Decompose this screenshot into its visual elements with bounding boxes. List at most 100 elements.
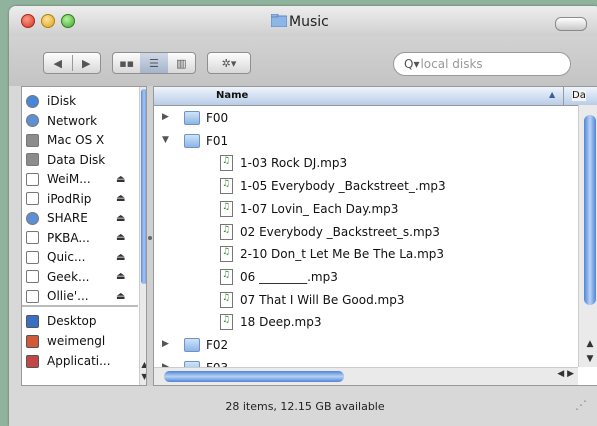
applications-icon	[26, 354, 39, 368]
sidebar-item-label: Applicati...	[47, 354, 111, 368]
back-forward-buttons: ◀ ▶	[43, 52, 101, 74]
action-menu-button[interactable]: ✲▾	[207, 52, 251, 74]
status-text: 28 items, 12.15 GB available	[225, 400, 385, 413]
sidebar-item-label: WeiM...	[47, 172, 91, 186]
file-row[interactable]: 07 That I Will Be Good.mp3	[154, 290, 578, 312]
column-view-icon[interactable]: ▥	[168, 53, 195, 73]
column-header: Name ▲ Da	[154, 87, 597, 106]
vertical-scroll-thumb[interactable]	[584, 115, 596, 305]
sidebar-scroll-arrows[interactable]: ▲ ▼	[140, 359, 146, 385]
hard-disk-icon	[26, 153, 39, 166]
sidebar: iDisk Network Mac OS X Data Disk WeiM... ⏏ iPo…	[21, 86, 147, 386]
folder-name: F01	[206, 133, 229, 148]
sidebar-item[interactable]: iDisk	[22, 91, 146, 111]
sidebar-item[interactable]: weimengl	[22, 331, 146, 351]
eject-icon[interactable]: ⏏	[116, 252, 125, 263]
eject-icon[interactable]: ⏏	[116, 174, 125, 185]
search-field[interactable]: Q▾ local disks	[393, 52, 571, 76]
idisk-icon	[26, 94, 39, 108]
file-list: Name ▲ Da ▶ F00 ▼ F01 1-03 Rock DJ.mp3 1-05 E…	[153, 86, 597, 386]
sidebar-item-label: SHARE	[47, 211, 88, 225]
sidebar-item[interactable]: Ollie'... ⏏	[22, 286, 146, 306]
document-icon	[26, 289, 39, 303]
column-date[interactable]: Da	[572, 90, 586, 101]
sidebar-item[interactable]: Quic... ⏏	[22, 247, 146, 267]
horizontal-scrollbar[interactable]: ◀ ▶	[154, 367, 578, 385]
sidebar-item-label: Network	[47, 113, 98, 128]
folder-icon	[184, 338, 200, 352]
minimize-button[interactable]	[41, 14, 55, 28]
mp3-file-icon	[220, 200, 233, 217]
sidebar-item[interactable]: Mac OS X	[22, 130, 146, 150]
horizontal-scroll-arrows[interactable]: ◀ ▶	[538, 369, 578, 379]
disclosure-collapsed-icon[interactable]: ▶	[162, 339, 169, 349]
status-bar: 28 items, 12.15 GB available ⋰	[9, 392, 597, 416]
home-icon	[26, 334, 39, 348]
folder-row[interactable]: ▼ F01	[154, 131, 578, 153]
mp3-file-icon	[220, 291, 233, 308]
mp3-file-icon	[220, 178, 233, 195]
document-icon	[26, 231, 39, 244]
toolbar-toggle-button[interactable]	[555, 17, 587, 31]
folder-row[interactable]: ▶ F00	[154, 108, 578, 130]
search-placeholder: local disks	[420, 57, 483, 71]
sidebar-item[interactable]: SHARE ⏏	[22, 208, 146, 228]
document-icon	[26, 270, 39, 283]
network-share-icon	[26, 211, 39, 225]
forward-arrow-icon[interactable]: ▶	[73, 57, 101, 70]
mp3-file-icon	[220, 155, 233, 172]
sidebar-item-label: Geek...	[47, 269, 90, 284]
splitter-handle[interactable]	[148, 236, 152, 240]
file-row[interactable]: 1-05 Everybody _Backstreet_.mp3	[154, 176, 578, 198]
sidebar-item[interactable]: Geek... ⏏	[22, 267, 146, 287]
sidebar-item-label: iDisk	[47, 94, 77, 108]
file-name: 1-07 Lovin_ Each Day.mp3	[240, 201, 399, 216]
eject-icon[interactable]: ⏏	[116, 193, 125, 204]
horizontal-scroll-thumb[interactable]	[164, 371, 344, 382]
file-name: 18 Deep.mp3	[240, 315, 322, 330]
sidebar-item[interactable]: Applicati...	[22, 351, 146, 371]
file-row[interactable]: 06 ________.mp3	[154, 267, 578, 289]
disclosure-expanded-icon[interactable]: ▼	[162, 135, 169, 145]
vertical-scrollbar[interactable]: ▲ ▼	[578, 105, 597, 367]
sidebar-item-label: Ollie'...	[47, 289, 89, 303]
back-arrow-icon[interactable]: ◀	[44, 57, 72, 70]
sidebar-item[interactable]: WeiM... ⏏	[22, 169, 146, 189]
sidebar-item[interactable]: PKBA... ⏏	[22, 228, 146, 248]
toolbar: ◀ ▶ ▪▪ ☰ ▥ ✲▾ Q▾ local disks	[9, 36, 597, 86]
file-row[interactable]: 1-03 Rock DJ.mp3	[154, 153, 578, 175]
hard-disk-icon	[26, 133, 39, 147]
sidebar-item[interactable]: Network	[22, 111, 146, 131]
folder-icon	[271, 14, 287, 27]
sidebar-item-label: Mac OS X	[47, 133, 105, 147]
sidebar-item[interactable]: iPodRip ⏏	[22, 189, 146, 209]
sidebar-scrollbar[interactable]: ▲ ▼	[139, 87, 146, 385]
column-separator[interactable]	[563, 87, 564, 105]
mp3-file-icon	[220, 268, 233, 285]
icon-view-icon[interactable]: ▪▪	[113, 53, 140, 73]
sidebar-item-label: PKBA...	[47, 230, 90, 245]
disclosure-collapsed-icon[interactable]: ▶	[162, 112, 169, 122]
eject-icon[interactable]: ⏏	[116, 213, 125, 224]
file-row[interactable]: 2-10 Don_t Let Me Be The La.mp3	[154, 244, 578, 266]
eject-icon[interactable]: ⏏	[116, 271, 125, 282]
resize-grip-icon[interactable]: ⋰	[575, 398, 587, 412]
document-icon	[26, 192, 39, 205]
desktop-icon	[26, 314, 39, 328]
list-view-icon[interactable]: ☰	[140, 53, 168, 73]
eject-icon[interactable]: ⏏	[116, 232, 125, 243]
sidebar-item[interactable]: Desktop	[22, 311, 146, 331]
sidebar-item[interactable]: Data Disk	[22, 150, 146, 170]
file-row[interactable]: 1-07 Lovin_ Each Day.mp3	[154, 199, 578, 221]
sidebar-item-label: Quic...	[47, 250, 86, 264]
zoom-button[interactable]	[61, 14, 75, 28]
file-row[interactable]: 02 Everybody _Backstreet_s.mp3	[154, 222, 578, 244]
folder-name: F00	[206, 111, 229, 125]
title-bar[interactable]: Music	[9, 6, 597, 36]
close-button[interactable]	[21, 14, 35, 28]
column-name[interactable]: Name	[216, 90, 248, 101]
vertical-scroll-arrows[interactable]: ▲ ▼	[579, 337, 597, 367]
file-row[interactable]: 18 Deep.mp3	[154, 312, 578, 334]
folder-row[interactable]: ▶ F02	[154, 335, 578, 357]
eject-icon[interactable]: ⏏	[116, 291, 125, 302]
